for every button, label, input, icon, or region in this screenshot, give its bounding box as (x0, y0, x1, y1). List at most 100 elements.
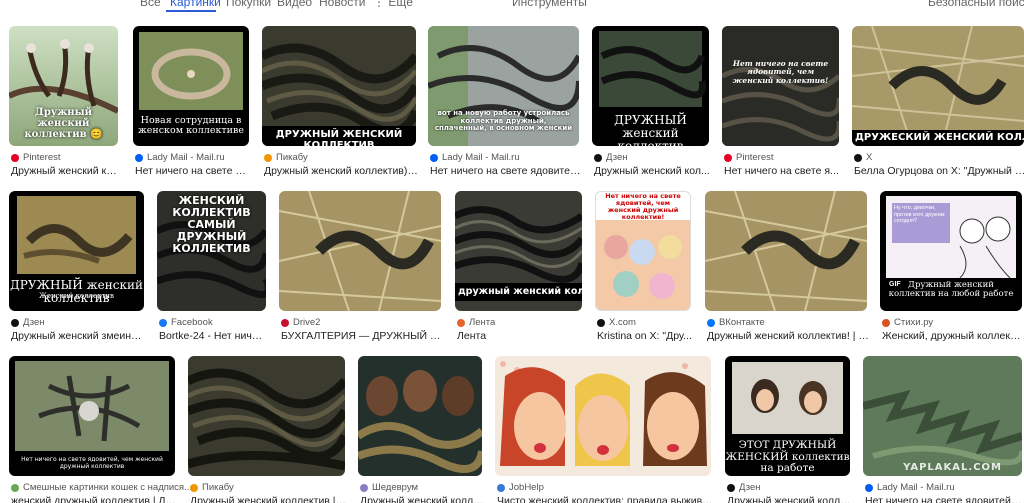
thumbnail-caption: Нет ничего на свете ядовитей, чем женски… (732, 59, 829, 85)
result-thumbnail[interactable]: Нет ничего на свете ядовитей, чем женски… (9, 356, 175, 476)
source-icon (264, 153, 272, 162)
result-source: Lady Mail - Mail.ru (430, 152, 520, 163)
result-thumbnail[interactable]: Дружный женский коллектив 😊 (9, 26, 118, 146)
result-thumbnail[interactable] (705, 191, 867, 311)
thumbnail-caption: Нет ничего на свете ядовитей, чем женски… (605, 192, 681, 222)
result-source: Шедеврум (360, 482, 418, 493)
result-thumbnail[interactable]: ДРУЖЕСКИЙ ЖЕНСКИЙ КОЛЛЕКТИВ (852, 26, 1024, 146)
result-title[interactable]: Дружный женский колле... (360, 495, 484, 503)
result-title[interactable]: БУХГАЛТЕРИЯ — ДРУЖНЫЙ Ж... (281, 330, 443, 342)
result-source: ВКонтакте (707, 317, 765, 328)
result-thumbnail[interactable]: ДРУЖНЫЙ ЖЕНСКИЙ КОЛЛЕКТИВ (262, 26, 416, 146)
thumbnail-caption: Новая сотрудница в женском коллективе (138, 115, 244, 137)
result-source: Lady Mail - Mail.ru (865, 482, 955, 493)
result-source: Pinterest (724, 152, 774, 163)
tab-shopping[interactable]: Покупки (226, 0, 271, 9)
result-title[interactable]: Дружный женский колле... (727, 495, 852, 503)
result-source: Стихи.ру (882, 317, 933, 328)
result-thumbnail[interactable] (495, 356, 711, 476)
source-icon (135, 153, 143, 162)
source-icon (854, 153, 862, 162)
thumbnail-caption: ЭТОТ ДРУЖНЫЙ ЖЕНСКИЙ коллектив на работе (725, 439, 850, 475)
result-source: Пикабу (264, 152, 308, 163)
result-title[interactable]: Дружный женский коллектив | П... (190, 495, 347, 503)
result-source: Лента (457, 317, 495, 328)
result-title[interactable]: Лента (457, 330, 584, 342)
result-title[interactable]: женский дружный коллектив | Ло... (11, 495, 177, 503)
thumbnail-caption: ДРУЖНЫЙ ЖЕНСКИЙ КОЛЛЕКТИВ (275, 129, 403, 146)
thumbnail-caption: ДРУЖНЫЙ женский коллектив (614, 113, 687, 146)
result-title[interactable]: Нет ничего на свете я... (724, 165, 841, 177)
source-icon (882, 318, 890, 327)
result-source: X (854, 152, 872, 163)
result-title[interactable]: Дружный женский коллектив! | М... (707, 330, 869, 342)
result-thumbnail[interactable]: Ну что, девочки, против кого дружим сего… (880, 191, 1022, 311)
source-icon (865, 483, 873, 492)
tab-news[interactable]: Новости (319, 0, 365, 9)
result-title[interactable]: Нет ничего на свете ядов... (135, 165, 251, 177)
result-source: Pinterest (11, 152, 61, 163)
result-thumbnail[interactable]: ЖЕНСКИЙ КОЛЛЕКТИВ САМЫЙ ДРУЖНЫЙ КОЛЛЕКТИ… (157, 191, 266, 311)
source-icon (430, 153, 438, 162)
result-thumbnail[interactable] (358, 356, 482, 476)
result-thumbnail[interactable]: ДРУЖНЫЙ женский коллектив Женский коллек… (9, 191, 144, 311)
result-title[interactable]: Bortke-24 - Нет ничег... (159, 330, 268, 342)
result-title[interactable]: Женский, дружный коллектив... (882, 330, 1024, 342)
result-thumbnail[interactable]: вот на новую работу устроилась коллектив… (428, 26, 579, 146)
source-icon (11, 318, 19, 327)
result-source: Lady Mail - Mail.ru (135, 152, 225, 163)
source-icon (597, 318, 605, 327)
thumbnail-subcaption: Женский коллектив (38, 292, 114, 300)
result-source: Дзен (594, 152, 628, 163)
tab-images[interactable]: Картинки (170, 0, 221, 9)
result-thumbnail[interactable]: Нет ничего на свете ядовитей, чем женски… (722, 26, 839, 146)
thumbnail-caption: вот на новую работу устроилась коллектив… (434, 109, 573, 133)
thumbnail-caption: ЖЕНСКИЙ КОЛЛЕКТИВ САМЫЙ ДРУЖНЫЙ КОЛЛЕКТИ… (172, 194, 251, 256)
thumbnail-caption: Нет ничего на свете ядовитей, чем женски… (21, 456, 163, 470)
thumbnail-caption: Дружный женский коллектив 😊 (24, 107, 103, 140)
source-icon (727, 483, 735, 492)
safe-search-toggle[interactable]: Безопасный поиск (928, 0, 1024, 9)
thumbnail-caption: ДРУЖЕСКИЙ ЖЕНСКИЙ КОЛЛЕКТИВ (855, 132, 1024, 143)
result-thumbnail[interactable]: Нет ничего на свете ядовитей, чем женски… (595, 191, 691, 311)
source-icon (457, 318, 465, 327)
thumbnail-watermark: YAPLAKAL.COM (903, 462, 1002, 473)
result-title[interactable]: Дружный женский змеины... (11, 330, 146, 342)
source-icon (497, 483, 505, 492)
result-source: Дзен (11, 317, 45, 328)
result-source: X.com (597, 317, 636, 328)
tab-video[interactable]: Видео (277, 0, 312, 9)
result-source: Facebook (159, 317, 213, 328)
source-icon (159, 318, 167, 327)
result-title[interactable]: Дружный женский кол... (594, 165, 711, 177)
result-title[interactable]: Дружный женский коллектив) | ... (264, 165, 418, 177)
source-icon (11, 153, 19, 162)
tab-all[interactable]: Все (140, 0, 161, 9)
result-title[interactable]: Нет ничего на свете ядовитей, ... (865, 495, 1024, 503)
result-source: Пикабу (190, 482, 234, 493)
tab-more[interactable]: ⋮ Ещё (373, 0, 413, 9)
speech-bubble: Ну что, девочки, против кого дружим сего… (894, 205, 945, 225)
tools-button[interactable]: Инструменты (512, 0, 587, 9)
result-source: Смешные картинки кошек с надпися... (11, 482, 192, 493)
result-title[interactable]: Kristina on X: "Дру... (597, 330, 693, 342)
thumbnail-caption: дружный женский коллектив (458, 286, 582, 297)
result-thumbnail[interactable] (279, 191, 441, 311)
source-icon (11, 483, 19, 492)
result-thumbnail[interactable] (188, 356, 345, 476)
result-thumbnail[interactable]: ДРУЖНЫЙ женский коллектив (592, 26, 709, 146)
result-title[interactable]: Белла Огурцова on X: "Дружный же... (854, 165, 1024, 177)
thumbnail-caption: Дружный женский коллектив на любой работ… (888, 280, 1014, 300)
result-source: JobHelp (497, 482, 544, 493)
result-thumbnail[interactable]: дружный женский коллектив (455, 191, 582, 311)
result-title[interactable]: Нет ничего на свете ядовитей,... (430, 165, 581, 177)
result-thumbnail[interactable]: ЭТОТ ДРУЖНЫЙ ЖЕНСКИЙ коллектив на работе (725, 356, 850, 476)
source-icon (707, 318, 715, 327)
result-thumbnail[interactable]: YAPLAKAL.COM (863, 356, 1022, 476)
result-source: Дзен (727, 482, 761, 493)
result-title[interactable]: Чисто женский коллектив: правила выжива.… (497, 495, 713, 503)
source-icon (281, 318, 289, 327)
result-title[interactable]: Дружный женский кол... (11, 165, 120, 177)
result-thumbnail[interactable]: Новая сотрудница в женском коллективе (133, 26, 249, 146)
source-icon (190, 483, 198, 492)
